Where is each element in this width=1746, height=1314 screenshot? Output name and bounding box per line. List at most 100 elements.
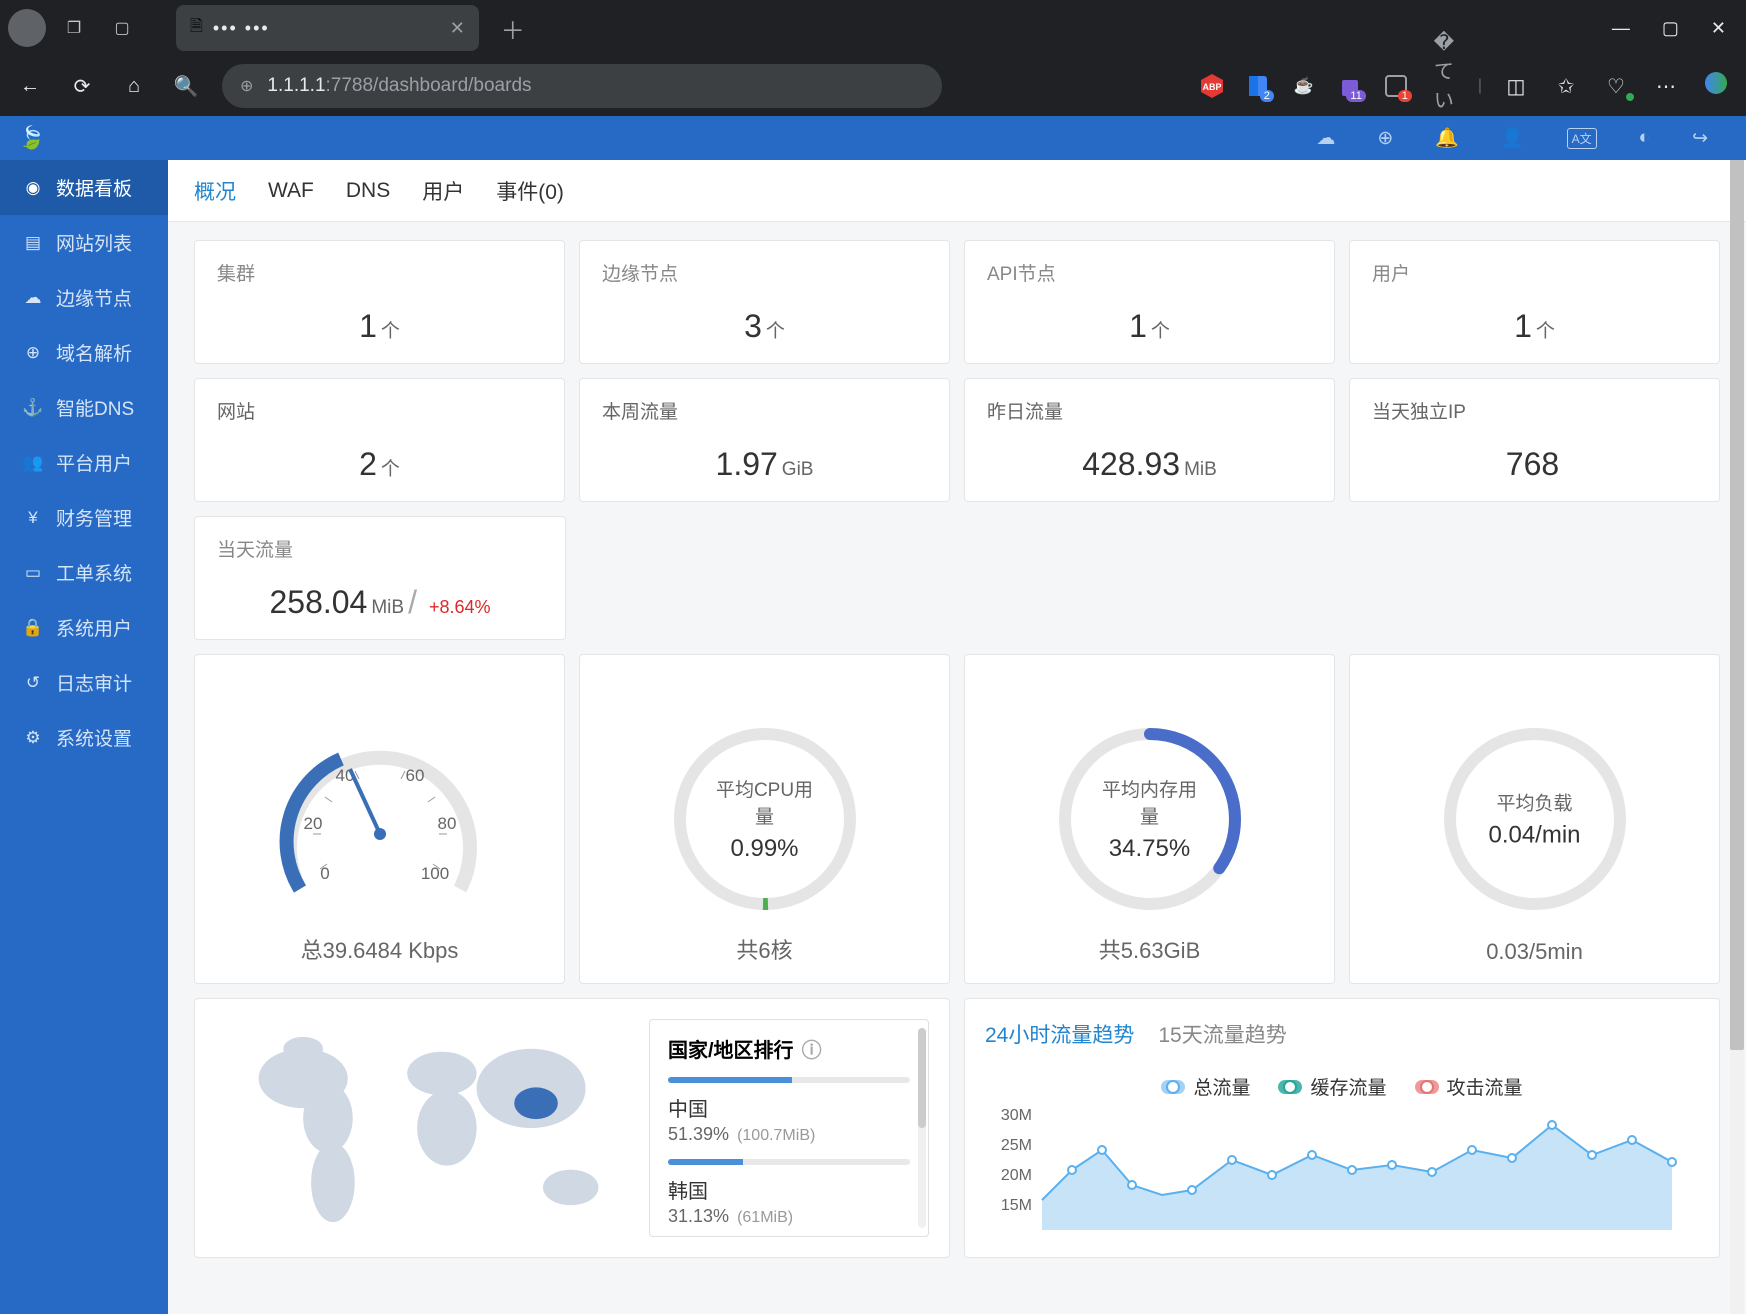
language-icon[interactable]: A文 xyxy=(1567,128,1597,149)
stats-row-1: 集群1个 边缘节点3个 API节点1个 用户1个 xyxy=(194,240,1720,364)
browser-chrome: ❐ ▢ 🗎 ••• ••• ✕ ＋ — ▢ ✕ ← ⟳ ⌂ 🔍 ⊕ 1.1.1.… xyxy=(0,0,1746,116)
traffic-chart-card: 24小时流量趋势 15天流量趋势 总流量 缓存流量 攻击流量 30M 25M 2… xyxy=(964,998,1720,1258)
main-content: 概况 WAF DNS 用户 事件(0) 集群1个 边缘节点3个 API节点1个 … xyxy=(168,116,1746,1314)
tab-overview[interactable]: 概况 xyxy=(194,176,236,206)
user-icon[interactable]: 👤 xyxy=(1501,126,1525,150)
back-button[interactable]: ← xyxy=(14,75,46,98)
legend-total[interactable]: 总流量 xyxy=(1161,1073,1250,1100)
stat-yesterday-traffic[interactable]: 昨日流量428.93MiB xyxy=(964,378,1335,502)
refresh-button[interactable]: ⟳ xyxy=(66,74,98,99)
browser-tab[interactable]: 🗎 ••• ••• ✕ xyxy=(176,5,479,51)
favorites-icon[interactable]: ✩ xyxy=(1550,74,1582,99)
stat-api-nodes[interactable]: API节点1个 xyxy=(964,240,1335,364)
lock-icon: 🔒 xyxy=(22,618,44,638)
sidebar-item-sites[interactable]: ▤网站列表 xyxy=(0,215,168,270)
performance-icon[interactable]: ♡ xyxy=(1600,74,1632,99)
gauge-load: 平均负载0.04/min 0.03/5min xyxy=(1349,654,1720,984)
sidebar-item-dashboard[interactable]: ◉数据看板 xyxy=(0,160,168,215)
search-icon[interactable]: 🔍 xyxy=(170,74,202,99)
stat-sites[interactable]: 网站2个 xyxy=(194,378,565,502)
globe-icon[interactable]: ⊕ xyxy=(1377,127,1393,150)
stat-users[interactable]: 用户1个 xyxy=(1349,240,1720,364)
legend-cache[interactable]: 缓存流量 xyxy=(1278,1073,1386,1100)
sidebar-item-tickets[interactable]: ▭工单系统 xyxy=(0,545,168,600)
header-actions: ☁ ⊕ 🔔 👤 A文 ◐ ↪ xyxy=(1316,126,1728,150)
stat-unique-ip[interactable]: 当天独立IP768 xyxy=(1349,378,1720,502)
sidebar-item-dns[interactable]: ⊕域名解析 xyxy=(0,325,168,380)
chart-tab-24h[interactable]: 24小时流量趋势 xyxy=(985,1019,1134,1049)
cloud-icon[interactable]: ☁ xyxy=(1316,127,1335,150)
sidebar-item-settings[interactable]: ⚙系统设置 xyxy=(0,710,168,765)
traffic-area-chart[interactable]: 30M 25M 20M 15M xyxy=(985,1100,1699,1230)
ranking-title: 国家/地区排行ⓘ xyxy=(668,1034,910,1063)
address-bar[interactable]: ⊕ 1.1.1.1:7788/dashboard/boards xyxy=(222,64,942,108)
close-tab-icon[interactable]: ✕ xyxy=(450,18,465,39)
site-info-icon[interactable]: ⊕ xyxy=(240,76,253,96)
sidebar-item-edge[interactable]: ☁边缘节点 xyxy=(0,270,168,325)
globe-side-icon: ⊕ xyxy=(22,343,44,363)
yen-icon: ¥ xyxy=(22,508,44,528)
anchor-icon: ⚓ xyxy=(22,398,44,418)
sidebar-item-finance[interactable]: ¥财务管理 xyxy=(0,490,168,545)
svg-text:100: 100 xyxy=(420,864,448,883)
tab-waf[interactable]: WAF xyxy=(268,179,314,203)
stat-week-traffic[interactable]: 本周流量1.97GiB xyxy=(579,378,950,502)
app-body: ◉数据看板 ▤网站列表 ☁边缘节点 ⊕域名解析 ⚓智能DNS 👥平台用户 ¥财务… xyxy=(0,116,1746,1314)
chart-tabs: 24小时流量趋势 15天流量趋势 xyxy=(985,1019,1699,1049)
world-map[interactable] xyxy=(215,1019,649,1237)
tab-actions-icon[interactable]: ▢ xyxy=(102,8,142,48)
page-scrollbar[interactable] xyxy=(1730,116,1744,1314)
sidebar: ◉数据看板 ▤网站列表 ☁边缘节点 ⊕域名解析 ⚓智能DNS 👥平台用户 ¥财务… xyxy=(0,116,168,1314)
stat-today-traffic[interactable]: 当天流量 258.04MiB/+8.64% xyxy=(194,516,566,640)
svg-text:20: 20 xyxy=(303,814,322,833)
chart-legend: 总流量 缓存流量 攻击流量 xyxy=(985,1073,1699,1100)
stat-edge-nodes[interactable]: 边缘节点3个 xyxy=(579,240,950,364)
app-header: 🍃 ☁ ⊕ 🔔 👤 A文 ◐ ↪ xyxy=(0,116,1746,160)
country-ranking-panel: 国家/地区排行ⓘ 中国 51.39%(100.7MiB) 韩国 31.13%(6… xyxy=(649,1019,929,1237)
cloud-side-icon: ☁ xyxy=(22,288,44,308)
help-icon[interactable]: ⓘ xyxy=(802,1034,822,1063)
copilot-icon[interactable] xyxy=(1700,69,1732,103)
ranking-item-2: 韩国 31.13%(61MiB) xyxy=(668,1159,910,1227)
theme-icon[interactable]: ◐ xyxy=(1639,127,1650,149)
tab-dns[interactable]: DNS xyxy=(346,179,390,203)
home-button[interactable]: ⌂ xyxy=(118,75,150,98)
tab-users[interactable]: 用户 xyxy=(422,176,464,206)
content-area: 集群1个 边缘节点3个 API节点1个 用户1个 网站2个 本周流量1.97Gi… xyxy=(168,222,1746,1276)
box-extension-icon[interactable]: 1 xyxy=(1382,72,1410,100)
sidebar-item-users[interactable]: 👥平台用户 xyxy=(0,435,168,490)
svg-text:80: 80 xyxy=(437,814,456,833)
new-tab-button[interactable]: ＋ xyxy=(501,11,525,46)
dashboard-icon: ◉ xyxy=(22,178,44,198)
profile-avatar[interactable] xyxy=(8,9,46,47)
app-logo-icon[interactable]: 🍃 xyxy=(18,125,45,151)
stat-clusters[interactable]: 集群1个 xyxy=(194,240,565,364)
sidebar-item-logs[interactable]: ↺日志审计 xyxy=(0,655,168,710)
abp-extension-icon[interactable]: ABP xyxy=(1198,72,1226,100)
list-icon: ▤ xyxy=(22,233,44,253)
chart-tab-15d[interactable]: 15天流量趋势 xyxy=(1158,1019,1286,1049)
more-icon[interactable]: ⋯ xyxy=(1650,74,1682,99)
bell-icon[interactable]: 🔔 xyxy=(1435,126,1459,150)
page-icon: 🗎 xyxy=(190,15,203,42)
sidebar-item-sysusers[interactable]: 🔒系统用户 xyxy=(0,600,168,655)
stats-row-3: 当天流量 258.04MiB/+8.64% xyxy=(194,516,1720,640)
stats-row-2: 网站2个 本周流量1.97GiB 昨日流量428.93MiB 当天独立IP768 xyxy=(194,378,1720,502)
svg-text:15M: 15M xyxy=(1001,1197,1032,1214)
shield-extension-icon[interactable]: 2 xyxy=(1244,72,1272,100)
page-tabs: 概况 WAF DNS 用户 事件(0) xyxy=(168,160,1746,222)
browser-toolbar: ← ⟳ ⌂ 🔍 ⊕ 1.1.1.1:7788/dashboard/boards … xyxy=(0,56,1746,116)
svg-text:60: 60 xyxy=(405,766,424,785)
split-screen-icon[interactable]: ◫ xyxy=(1500,74,1532,99)
legend-attack[interactable]: 攻击流量 xyxy=(1415,1073,1523,1100)
sidebar-item-smartdns[interactable]: ⚓智能DNS xyxy=(0,380,168,435)
cup-extension-icon[interactable]: ☕ xyxy=(1290,72,1318,100)
workspaces-icon[interactable]: ❐ xyxy=(54,8,94,48)
url-text: 1.1.1.1:7788/dashboard/boards xyxy=(267,75,531,97)
logout-icon[interactable]: ↪ xyxy=(1692,127,1708,150)
tab-events[interactable]: 事件(0) xyxy=(496,176,564,206)
ranking-scrollbar[interactable] xyxy=(918,1028,926,1228)
bag-extension-icon[interactable]: 11 xyxy=(1336,72,1364,100)
gear-icon: ⚙ xyxy=(22,728,44,748)
map-card: 国家/地区排行ⓘ 中国 51.39%(100.7MiB) 韩国 31.13%(6… xyxy=(194,998,950,1258)
